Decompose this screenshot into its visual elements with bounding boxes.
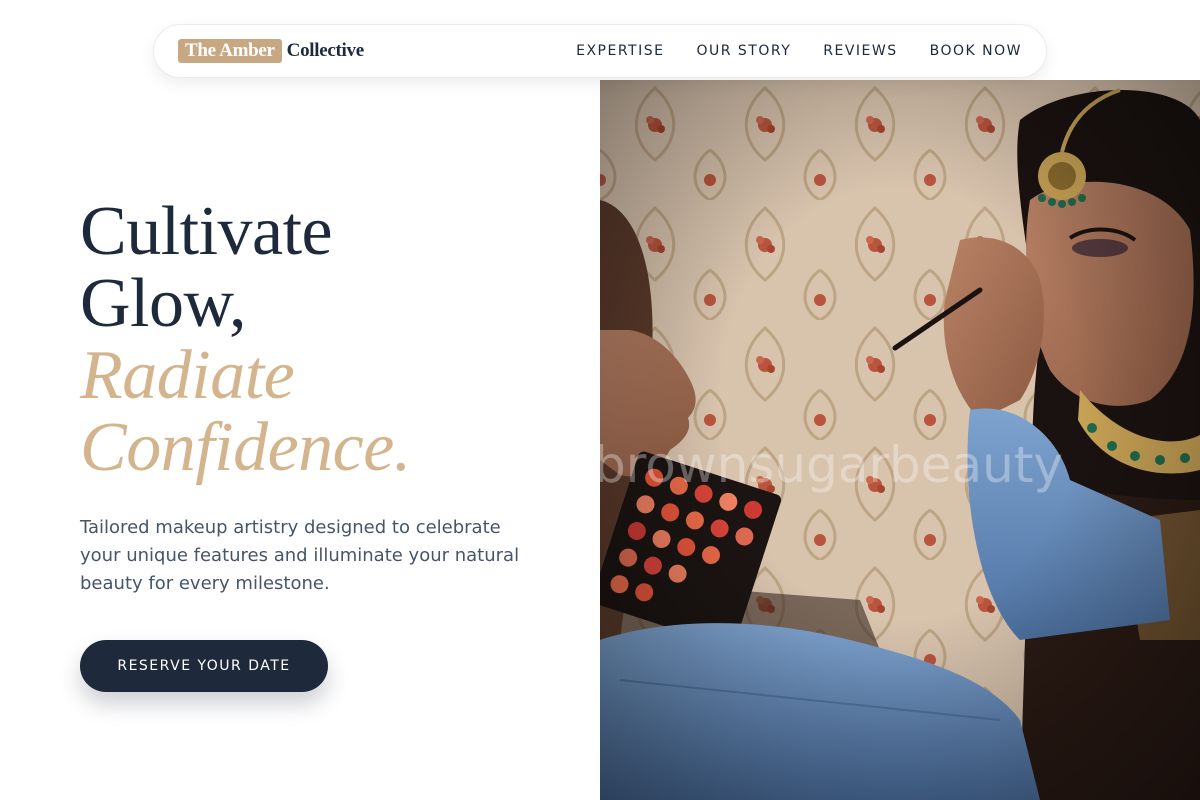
headline-accent-2: Confidence. bbox=[80, 409, 411, 486]
reserve-date-button[interactable]: RESERVE YOUR DATE bbox=[80, 640, 328, 692]
brand-name: Collective bbox=[286, 40, 364, 61]
nav-link-expertise[interactable]: EXPERTISE bbox=[576, 43, 664, 59]
image-watermark: brownsugarbeauty bbox=[600, 436, 1063, 494]
hero-tagline: Tailored makeup artistry designed to cel… bbox=[80, 517, 520, 594]
nav-link-our-story[interactable]: OUR STORY bbox=[696, 43, 791, 59]
brand-highlight: The Amber bbox=[178, 39, 282, 63]
hero-photo-makeup-artist: brownsugarbeauty bbox=[600, 80, 1200, 800]
brand-logo[interactable]: The Amber Collective bbox=[178, 39, 364, 63]
nav-link-reviews[interactable]: REVIEWS bbox=[823, 43, 897, 59]
headline-line-1: Cultivate bbox=[80, 193, 333, 270]
hero-headline: Cultivate Glow, Radiate Confidence. bbox=[80, 196, 560, 484]
nav-menu: EXPERTISE OUR STORY REVIEWS BOOK NOW bbox=[544, 43, 1022, 59]
headline-line-2: Glow, bbox=[80, 265, 247, 342]
headline-accent-1: Radiate bbox=[80, 337, 295, 414]
hero-content: Cultivate Glow, Radiate Confidence. Tail… bbox=[80, 196, 560, 692]
top-navigation: The Amber Collective EXPERTISE OUR STORY… bbox=[153, 24, 1047, 78]
nav-link-book-now[interactable]: BOOK NOW bbox=[930, 43, 1022, 59]
